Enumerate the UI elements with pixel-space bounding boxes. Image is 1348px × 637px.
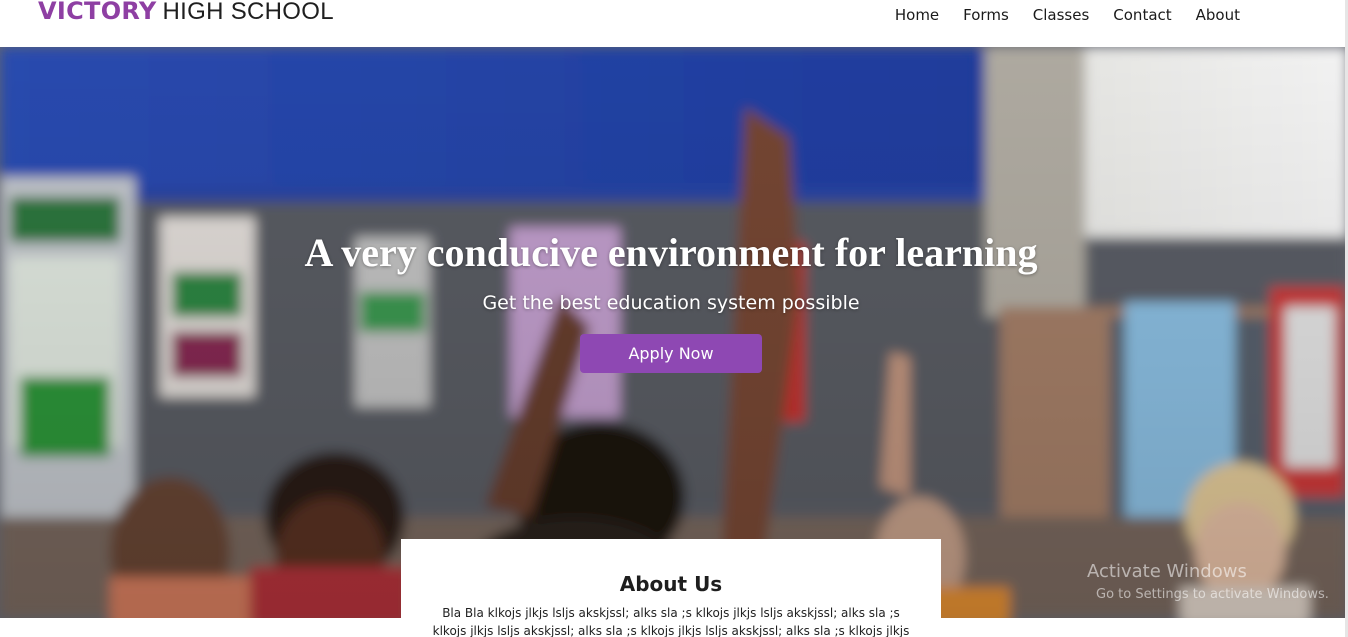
about-us-heading: About Us [619, 572, 723, 596]
about-us-card: About Us Bla Bla klkojs jlkjs lsljs aksk… [401, 539, 941, 637]
hero-background-image [0, 47, 1348, 618]
hero-subtitle: Get the best education system possible [482, 292, 860, 314]
nav-contact-link[interactable]: Contact [1113, 6, 1171, 24]
hero-banner: A very conducive environment for learnin… [0, 47, 1348, 618]
apply-now-button[interactable]: Apply Now [580, 334, 762, 373]
brand-accent-text: VICTORY [38, 0, 157, 25]
nav-classes-link[interactable]: Classes [1033, 6, 1090, 24]
nav-forms-link[interactable]: Forms [963, 6, 1009, 24]
main-nav: Home Forms Classes Contact About [895, 6, 1240, 24]
about-us-text: Bla Bla klkojs jlkjs lsljs akskjssl; alk… [432, 606, 910, 637]
nav-about-link[interactable]: About [1196, 6, 1240, 24]
brand-rest-text: HIGH SCHOOL [162, 0, 334, 25]
top-navbar: VICTORY HIGH SCHOOL Home Forms Classes Co… [0, 0, 1348, 47]
nav-home-link[interactable]: Home [895, 6, 939, 24]
site-logo[interactable]: VICTORY HIGH SCHOOL [38, 0, 334, 28]
hero-title: A very conducive environment for learnin… [304, 230, 1038, 275]
